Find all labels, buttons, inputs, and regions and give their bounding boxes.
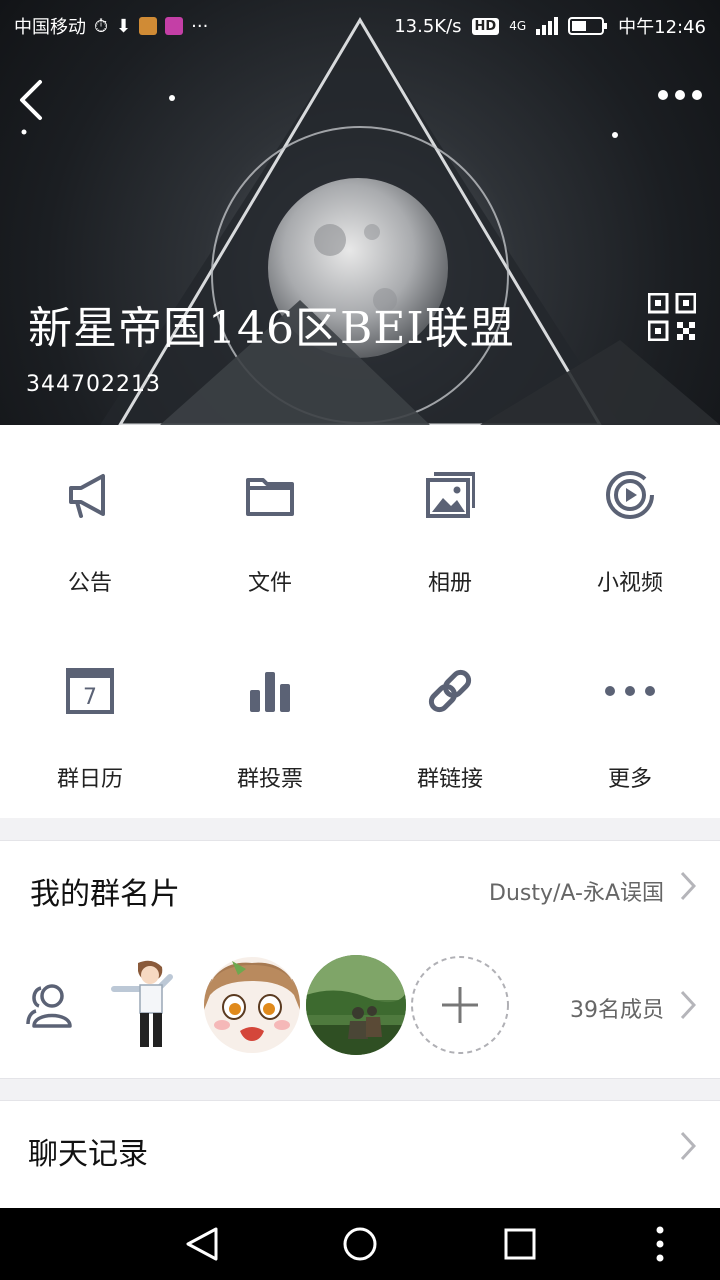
feature-label: 群日历 [56,767,123,792]
feature-label: 小视频 [596,571,663,596]
group-name: 新星帝国146区BEI联盟 [28,303,515,354]
video-icon [606,471,654,519]
my-group-card-row[interactable]: 我的群名片 Dusty/A-永A误国 [0,840,720,933]
feature-label: 群链接 [416,767,483,792]
nav-menu-button[interactable] [652,1226,668,1262]
chevron-right-icon [680,1131,696,1161]
feature-label: 群投票 [236,767,303,792]
album-icon [426,472,475,518]
feature-calendar[interactable]: 7 群日历 [0,621,180,817]
signal-icon [536,17,559,35]
hd-icon: HD [471,17,500,35]
my-card-value: Dusty/A-永A误国 [489,881,664,906]
my-card-title: 我的群名片 [30,877,180,912]
megaphone-icon [69,474,105,518]
feature-label: 文件 [247,571,292,596]
member-avatar[interactable] [202,955,302,1055]
feature-more[interactable]: 更多 [540,621,720,817]
clock: 中午12:46 [618,17,706,38]
app-notification-icon [165,17,184,35]
members-icon [26,984,72,1028]
network-type: 4G [509,19,527,33]
nav-recents-button[interactable] [502,1226,538,1262]
feature-album[interactable]: 相册 [360,425,540,621]
chevron-right-icon [680,871,696,901]
qr-code-icon[interactable] [648,293,696,341]
nav-home-button[interactable] [340,1226,380,1262]
next-row-partial [0,1192,720,1208]
calendar-day: 7 [83,685,97,710]
more-notifications-icon: ··· [191,15,209,37]
carrier-label: 中国移动 [14,17,86,38]
group-id: 344702213 [26,372,161,397]
network-speed: 13.5K/s [394,15,462,37]
group-header: 中国移动 ⏱ ⬇ ··· 13.5K/s HD 4G 中午12:46 新星帝国1… [0,0,720,425]
app-notification-icon [139,17,158,35]
member-avatar[interactable] [306,955,406,1055]
link-icon [428,669,472,713]
feature-label: 公告 [67,571,112,596]
alarm-icon: ⏱ [94,15,109,37]
folder-icon [246,478,294,516]
feature-vote[interactable]: 群投票 [180,621,360,817]
feature-label: 相册 [427,571,472,596]
member-avatar[interactable] [100,955,200,1055]
back-button[interactable] [16,78,46,122]
feature-link[interactable]: 群链接 [360,621,540,817]
add-member-button[interactable] [410,955,510,1055]
feature-grid: 公告 文件 相册 小视频 7 群日历 群投票 群链接 更多 [0,425,720,818]
vote-icon [250,672,290,712]
status-bar: 中国移动 ⏱ ⬇ ··· 13.5K/s HD 4G 中午12:46 [0,0,720,50]
calendar-icon: 7 [66,668,114,714]
chat-history-row[interactable]: 聊天记录 [0,1100,720,1193]
feature-short-video[interactable]: 小视频 [540,425,720,621]
header-background [21,17,720,425]
download-icon: ⬇ [116,15,132,37]
feature-label: 更多 [607,767,652,792]
chevron-right-icon [680,990,696,1020]
member-count: 39名成员 [570,998,664,1023]
feature-files[interactable]: 文件 [180,425,360,621]
feature-announcement[interactable]: 公告 [0,425,180,621]
system-navigation-bar [0,1208,720,1280]
chat-history-title: 聊天记录 [28,1137,148,1172]
more-icon [605,686,655,696]
more-options-button[interactable] [658,90,702,100]
nav-back-button[interactable] [182,1226,222,1262]
battery-icon [568,17,608,35]
